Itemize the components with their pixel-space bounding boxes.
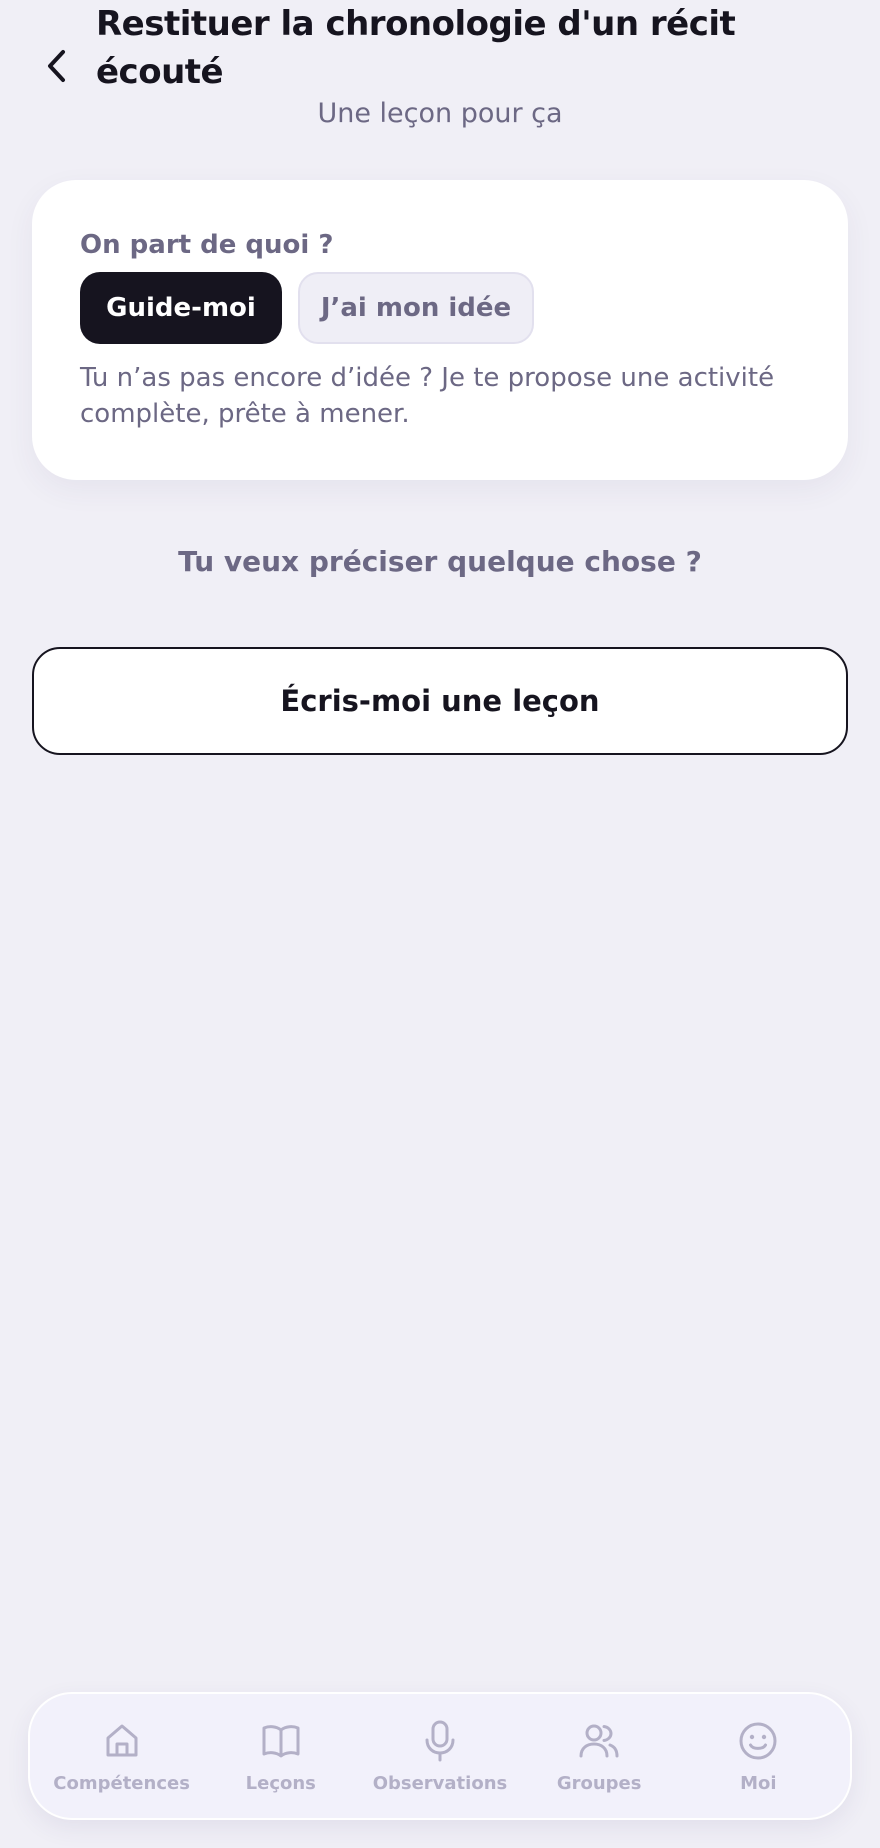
- source-choice-card: On part de quoi ? Guide-moi J’ai mon idé…: [32, 180, 848, 480]
- write-lesson-button[interactable]: Écris-moi une leçon: [32, 647, 848, 755]
- nav-item-moi[interactable]: Moi: [683, 1701, 833, 1811]
- nav-item-competences[interactable]: Compétences: [47, 1701, 197, 1811]
- header: Restituer la chronologie d'un récit écou…: [0, 0, 880, 140]
- back-button[interactable]: [36, 44, 76, 88]
- own-idea-option[interactable]: J’ai mon idée: [298, 272, 534, 344]
- book-icon: [259, 1719, 303, 1763]
- home-icon: [100, 1719, 144, 1763]
- nav-label: Observations: [372, 1772, 508, 1794]
- nav-item-observations[interactable]: Observations: [365, 1701, 515, 1811]
- page-title: Restituer la chronologie d'un récit écou…: [96, 4, 736, 92]
- nav-item-groupes[interactable]: Groupes: [524, 1701, 674, 1811]
- nav-label: Compétences: [53, 1772, 190, 1794]
- smiley-icon: [736, 1719, 780, 1763]
- specify-question[interactable]: Tu veux préciser quelque chose ?: [0, 542, 880, 582]
- users-icon: [577, 1719, 621, 1763]
- nav-item-lecons[interactable]: Leçons: [206, 1701, 356, 1811]
- nav-label: Groupes: [556, 1772, 642, 1794]
- guide-me-option[interactable]: Guide-moi: [80, 272, 282, 344]
- page-subtitle: Une leçon pour ça: [317, 98, 563, 129]
- option-description: Tu n’as pas encore d’idée ? Je te propos…: [80, 363, 775, 429]
- microphone-icon: [418, 1719, 462, 1763]
- source-choice-label: On part de quoi ?: [80, 230, 334, 260]
- chevron-left-icon: [48, 50, 65, 82]
- nav-label: Moi: [740, 1772, 777, 1794]
- bottom-navigation: Compétences Leçons Observations Groupes …: [28, 1692, 852, 1820]
- nav-label: Leçons: [245, 1772, 316, 1794]
